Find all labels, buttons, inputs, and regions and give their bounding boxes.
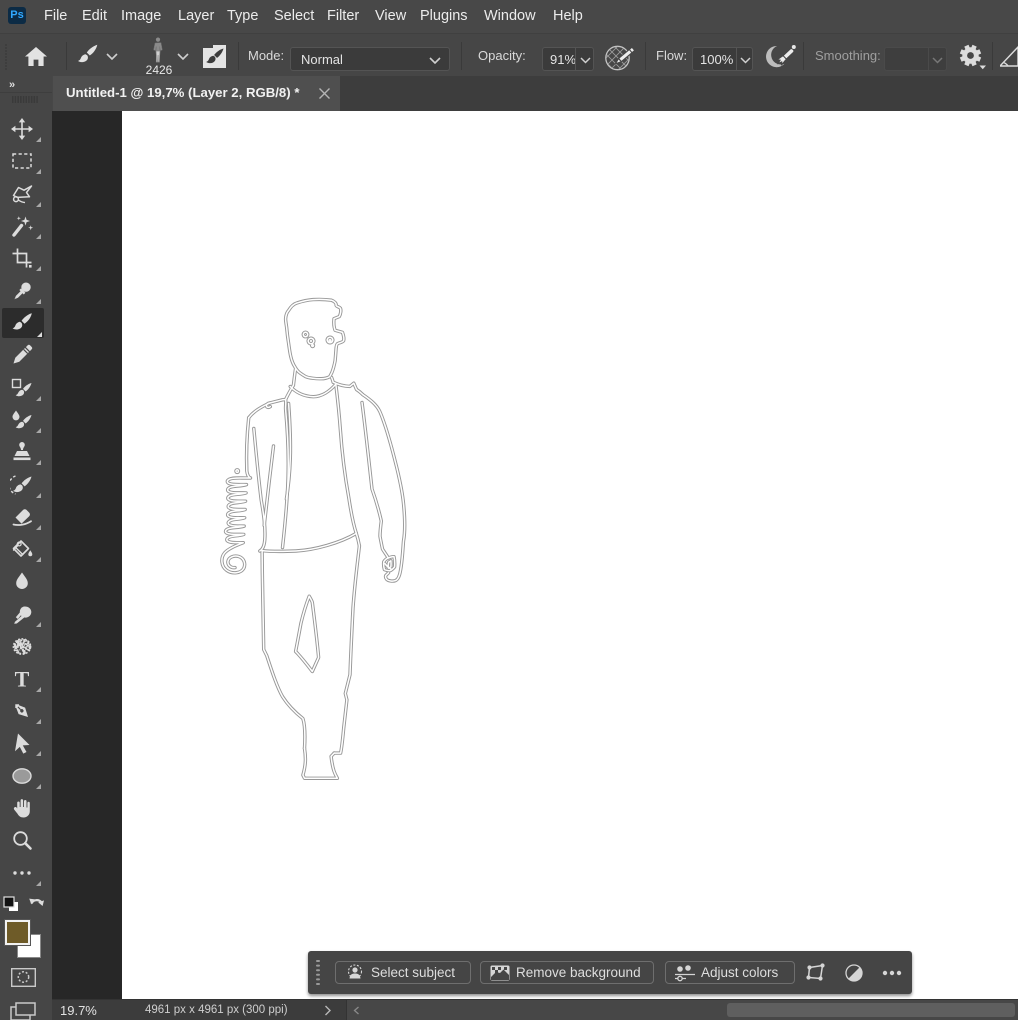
svg-text:T: T bbox=[15, 667, 30, 691]
